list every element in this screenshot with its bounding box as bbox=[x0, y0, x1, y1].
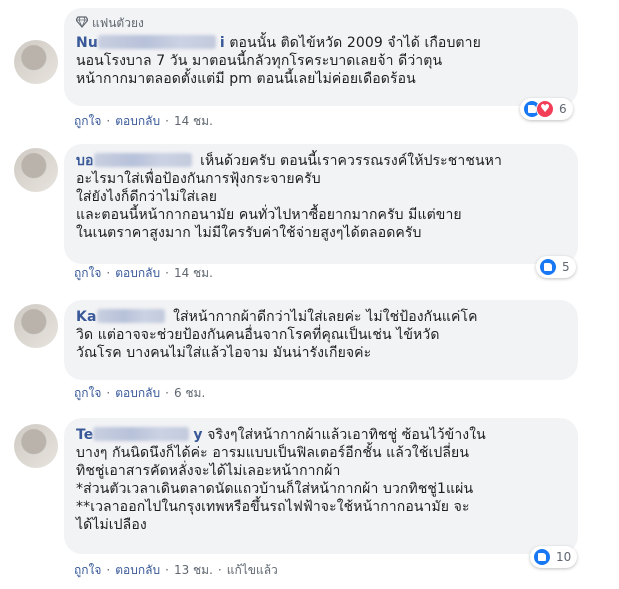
commenter-name[interactable]: บอ bbox=[76, 153, 196, 169]
reply-link[interactable]: ตอบกลับ bbox=[115, 384, 160, 402]
comment-bubble: บอ เห็นด้วยครับ ตอนนี้เราควรรณรงค์ให้ประ… bbox=[64, 144, 578, 264]
love-reaction-icon bbox=[536, 100, 554, 118]
like-reaction-icon bbox=[539, 258, 557, 276]
comment-actions: ถูกใจ · ตอบกลับ · 14 ชม. bbox=[74, 264, 213, 282]
blurred-name bbox=[97, 35, 216, 49]
blurred-name bbox=[93, 427, 190, 441]
reaction-summary[interactable]: 5 bbox=[536, 256, 576, 278]
edited-label[interactable]: แก้ไขแล้ว bbox=[227, 561, 278, 579]
blurred-name bbox=[96, 309, 165, 323]
comment-bubble: Ka ใส่หน้ากากผ้าดีกว่าไม่ใส่เลยค่ะ ไม่ใช… bbox=[64, 300, 578, 380]
timestamp[interactable]: 6 ชม. bbox=[174, 384, 205, 402]
comment-bubble: แฟนตัวยง Nu i ตอนนั้น ติดไข้หวัด 2009 จำไ… bbox=[64, 8, 578, 106]
comment-actions: ถูกใจ · ตอบกลับ · 13 ชม. · แก้ไขแล้ว bbox=[74, 561, 278, 579]
commenter-name[interactable]: Ka bbox=[76, 309, 169, 325]
commenter-name[interactable]: Te y bbox=[76, 427, 203, 443]
timestamp[interactable]: 14 ชม. bbox=[174, 112, 213, 130]
blurred-name bbox=[93, 153, 192, 167]
like-link[interactable]: ถูกใจ bbox=[74, 561, 101, 579]
avatar[interactable] bbox=[14, 148, 58, 192]
reply-link[interactable]: ตอบกลับ bbox=[115, 264, 160, 282]
reaction-summary[interactable]: 6 bbox=[520, 98, 573, 120]
timestamp[interactable]: 13 ชม. bbox=[174, 561, 213, 579]
commenter-name[interactable]: Nu i bbox=[76, 35, 225, 51]
like-link[interactable]: ถูกใจ bbox=[74, 384, 101, 402]
comment-actions: ถูกใจ · ตอบกลับ · 6 ชม. bbox=[74, 384, 206, 402]
reaction-count: 5 bbox=[562, 260, 570, 274]
reaction-summary[interactable]: 10 bbox=[530, 546, 578, 568]
badge-label: แฟนตัวยง bbox=[92, 16, 144, 30]
avatar[interactable] bbox=[14, 424, 58, 468]
like-link[interactable]: ถูกใจ bbox=[74, 112, 101, 130]
like-link[interactable]: ถูกใจ bbox=[74, 264, 101, 282]
like-reaction-icon bbox=[533, 548, 551, 566]
reply-link[interactable]: ตอบกลับ bbox=[115, 112, 160, 130]
reply-link[interactable]: ตอบกลับ bbox=[115, 561, 160, 579]
avatar[interactable] bbox=[14, 40, 58, 84]
reaction-count: 6 bbox=[559, 102, 567, 116]
avatar[interactable] bbox=[14, 304, 58, 348]
comment-actions: ถูกใจ · ตอบกลับ · 14 ชม. bbox=[74, 112, 213, 130]
reaction-count: 10 bbox=[556, 550, 572, 564]
fan-badge[interactable]: แฟนตัวยง bbox=[76, 14, 566, 32]
timestamp[interactable]: 14 ชม. bbox=[174, 264, 213, 282]
diamond-icon bbox=[76, 16, 88, 28]
comment-bubble: Te y จริงๆใส่หน้ากากผ้าแล้วเอาทิชชู่ ซ้อน… bbox=[64, 418, 578, 554]
